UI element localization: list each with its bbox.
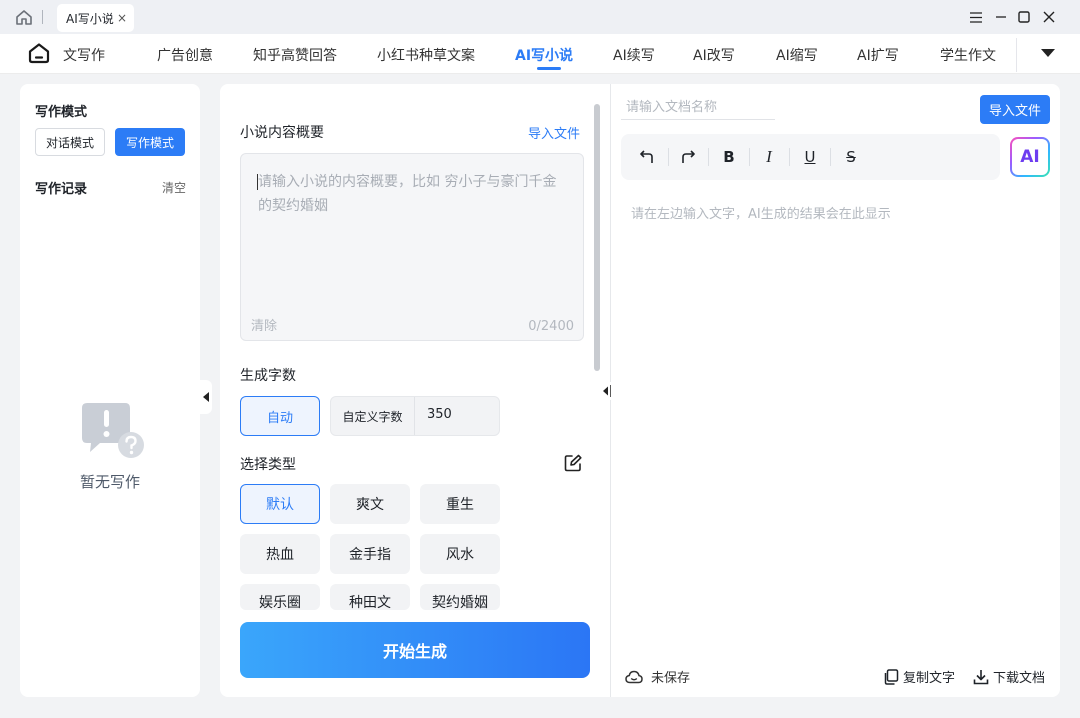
nav-item-ai-shorten[interactable]: AI缩写 [776, 45, 818, 65]
import-file-link[interactable]: 导入文件 [528, 123, 580, 142]
download-doc-label: 下载文档 [993, 671, 1046, 686]
custom-length-group: 自定义字数 350 [330, 396, 500, 436]
genre-label: 选择类型 [240, 457, 296, 473]
divider [749, 148, 750, 166]
home-icon[interactable] [14, 8, 34, 26]
nav-items: 论文写作 广告创意 知乎高赞回答 小红书种草文案 AI写小说 AI续写 AI改写… [63, 34, 1016, 74]
clear-records-button[interactable]: 清空 [162, 179, 186, 196]
char-counter: 0/2400 [528, 319, 574, 334]
nav-item-student-essay[interactable]: 学生作文 [940, 45, 996, 65]
menu-icon[interactable] [966, 7, 986, 27]
strikethrough-icon[interactable]: S [840, 146, 862, 168]
nav-item-ai-rewrite[interactable]: AI改写 [693, 45, 735, 65]
editor-toolbar: B I U S [621, 134, 1000, 180]
unsaved-label: 未保存 [651, 671, 691, 686]
genre-option[interactable]: 重生 [420, 484, 500, 524]
collapse-sidebar-button[interactable] [200, 380, 212, 414]
start-generate-button[interactable]: 开始生成 [240, 622, 590, 678]
nav-item-paper-writing[interactable]: 论文写作 [63, 45, 105, 65]
custom-length-input[interactable]: 350 [427, 407, 452, 422]
save-status: 未保存 [625, 667, 690, 686]
output-panel: 请输入文档名称 导入文件 B I U S AI 请在左边输入文字，AI生成的结果… [611, 84, 1060, 697]
custom-length-label[interactable]: 自定义字数 [331, 397, 415, 435]
undo-icon[interactable] [636, 146, 658, 168]
nav-item-ai-expand[interactable]: AI扩写 [857, 45, 899, 65]
maximize-icon[interactable] [1014, 7, 1034, 27]
genre-option[interactable]: 爽文 [330, 484, 410, 524]
download-doc-button[interactable]: 下载文档 [973, 667, 1045, 686]
home-nav-icon[interactable] [28, 42, 50, 64]
more-dropdown-icon[interactable] [1041, 49, 1055, 57]
minimize-icon[interactable] [991, 7, 1011, 27]
bold-icon[interactable]: B [718, 146, 740, 168]
summary-textarea[interactable]: 请输入小说的内容概要，比如 穷小子与豪门千金的契约婚姻 清除 0/2400 [240, 153, 584, 341]
divider [708, 148, 709, 166]
genre-option[interactable]: 种田文 [330, 584, 410, 610]
title-bar: AI写小说 × [0, 0, 1080, 34]
genre-option[interactable]: 风水 [420, 534, 500, 574]
writing-record-title: 写作记录 [35, 182, 88, 197]
copy-text-button[interactable]: 复制文字 [883, 667, 955, 686]
ai-assistant-button[interactable]: AI [1010, 137, 1050, 177]
input-panel: 小说内容概要 导入文件 请输入小说的内容概要，比如 穷小子与豪门千金的契约婚姻 … [220, 84, 610, 697]
sidebar: 写作模式 对话模式 写作模式 写作记录 清空 暂无写作 [20, 84, 200, 697]
app-tab-label: AI写小说 [66, 11, 114, 26]
divider [1016, 38, 1017, 72]
write-mode-button[interactable]: 写作模式 [115, 128, 185, 156]
divider [789, 148, 790, 166]
close-tab-icon[interactable]: × [117, 11, 127, 25]
ai-badge-label: AI [1012, 139, 1048, 175]
genre-option[interactable]: 金手指 [330, 534, 410, 574]
editor-footer: 未保存 复制文字 下载文档 [611, 664, 1060, 688]
underline-icon[interactable]: U [799, 146, 821, 168]
nav-item-xiaohongshu[interactable]: 小红书种草文案 [377, 45, 475, 65]
doc-name-input[interactable]: 请输入文档名称 [621, 98, 775, 120]
chat-mode-button[interactable]: 对话模式 [35, 128, 105, 156]
auto-length-button[interactable]: 自动 [240, 396, 320, 436]
category-nav: 论文写作 广告创意 知乎高赞回答 小红书种草文案 AI写小说 AI续写 AI改写… [0, 34, 1080, 74]
italic-icon[interactable]: I [758, 146, 780, 168]
clear-text-button[interactable]: 清除 [251, 315, 277, 334]
output-placeholder: 请在左边输入文字，AI生成的结果会在此显示 [631, 207, 891, 222]
divider [668, 148, 669, 166]
nav-item-ai-novel[interactable]: AI写小说 [515, 45, 573, 65]
collapse-arrow-icon [203, 392, 209, 402]
divider [830, 148, 831, 166]
word-count-label: 生成字数 [240, 368, 296, 384]
nav-item-zhihu-answer[interactable]: 知乎高赞回答 [253, 45, 337, 65]
genre-option[interactable]: 默认 [240, 484, 320, 524]
redo-icon[interactable] [677, 146, 699, 168]
empty-state-text: 暂无写作 [79, 473, 140, 491]
import-file-button[interactable]: 导入文件 [980, 95, 1050, 124]
cloud-icon [625, 670, 643, 683]
copy-icon [884, 668, 899, 685]
copy-text-label: 复制文字 [903, 671, 956, 686]
empty-state-icon [80, 402, 146, 460]
summary-label: 小说内容概要 [240, 125, 324, 141]
summary-placeholder: 请输入小说的内容概要，比如 穷小子与豪门千金的契约婚姻 [258, 174, 557, 214]
divider [42, 10, 43, 24]
genre-option[interactable]: 契约婚姻 [420, 584, 500, 610]
genre-option[interactable]: 热血 [240, 534, 320, 574]
app-tab[interactable]: AI写小说 × [57, 4, 134, 32]
nav-active-indicator [537, 67, 561, 70]
genre-option[interactable]: 娱乐圈 [240, 584, 320, 610]
edit-genres-icon[interactable] [564, 454, 582, 472]
writing-mode-title: 写作模式 [35, 105, 88, 120]
download-icon [973, 669, 989, 684]
nav-item-ai-continue[interactable]: AI续写 [613, 45, 655, 65]
nav-item-ad-creative[interactable]: 广告创意 [157, 45, 213, 65]
close-window-icon[interactable] [1039, 7, 1059, 27]
scrollbar[interactable] [594, 104, 600, 371]
